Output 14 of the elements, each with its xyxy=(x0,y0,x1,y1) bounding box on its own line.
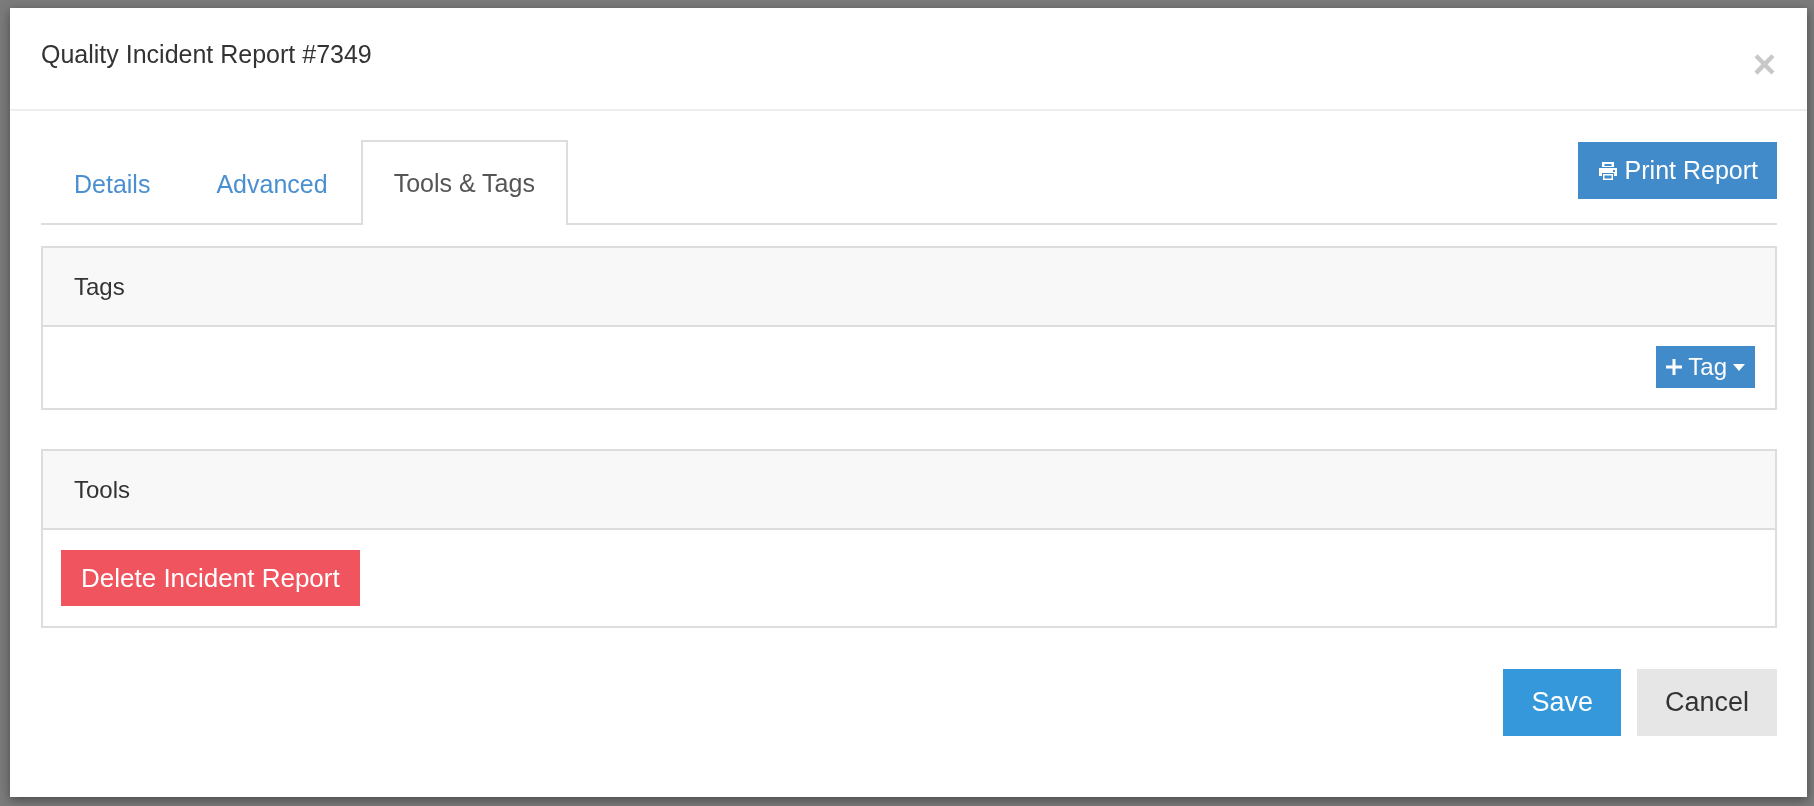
dialog-title: Quality Incident Report #7349 xyxy=(41,40,372,69)
tab[interactable]: Tools & Tags xyxy=(360,140,568,225)
save-button[interactable]: Save xyxy=(1503,669,1621,736)
caret-icon xyxy=(1733,363,1745,371)
panel-title: Tags xyxy=(74,272,125,301)
printer-icon xyxy=(1596,159,1619,182)
add-tag-button[interactable]: Tag xyxy=(1656,346,1755,388)
tab[interactable]: Advanced xyxy=(183,142,361,225)
tab[interactable]: Details xyxy=(41,142,184,225)
delete-button[interactable]: Delete Incident Report xyxy=(61,550,360,606)
plus-icon xyxy=(1666,359,1683,375)
print-report-button[interactable]: Print Report xyxy=(1577,142,1777,199)
panel-title: Tools xyxy=(74,475,131,504)
cancel-button[interactable]: Cancel xyxy=(1636,669,1777,736)
